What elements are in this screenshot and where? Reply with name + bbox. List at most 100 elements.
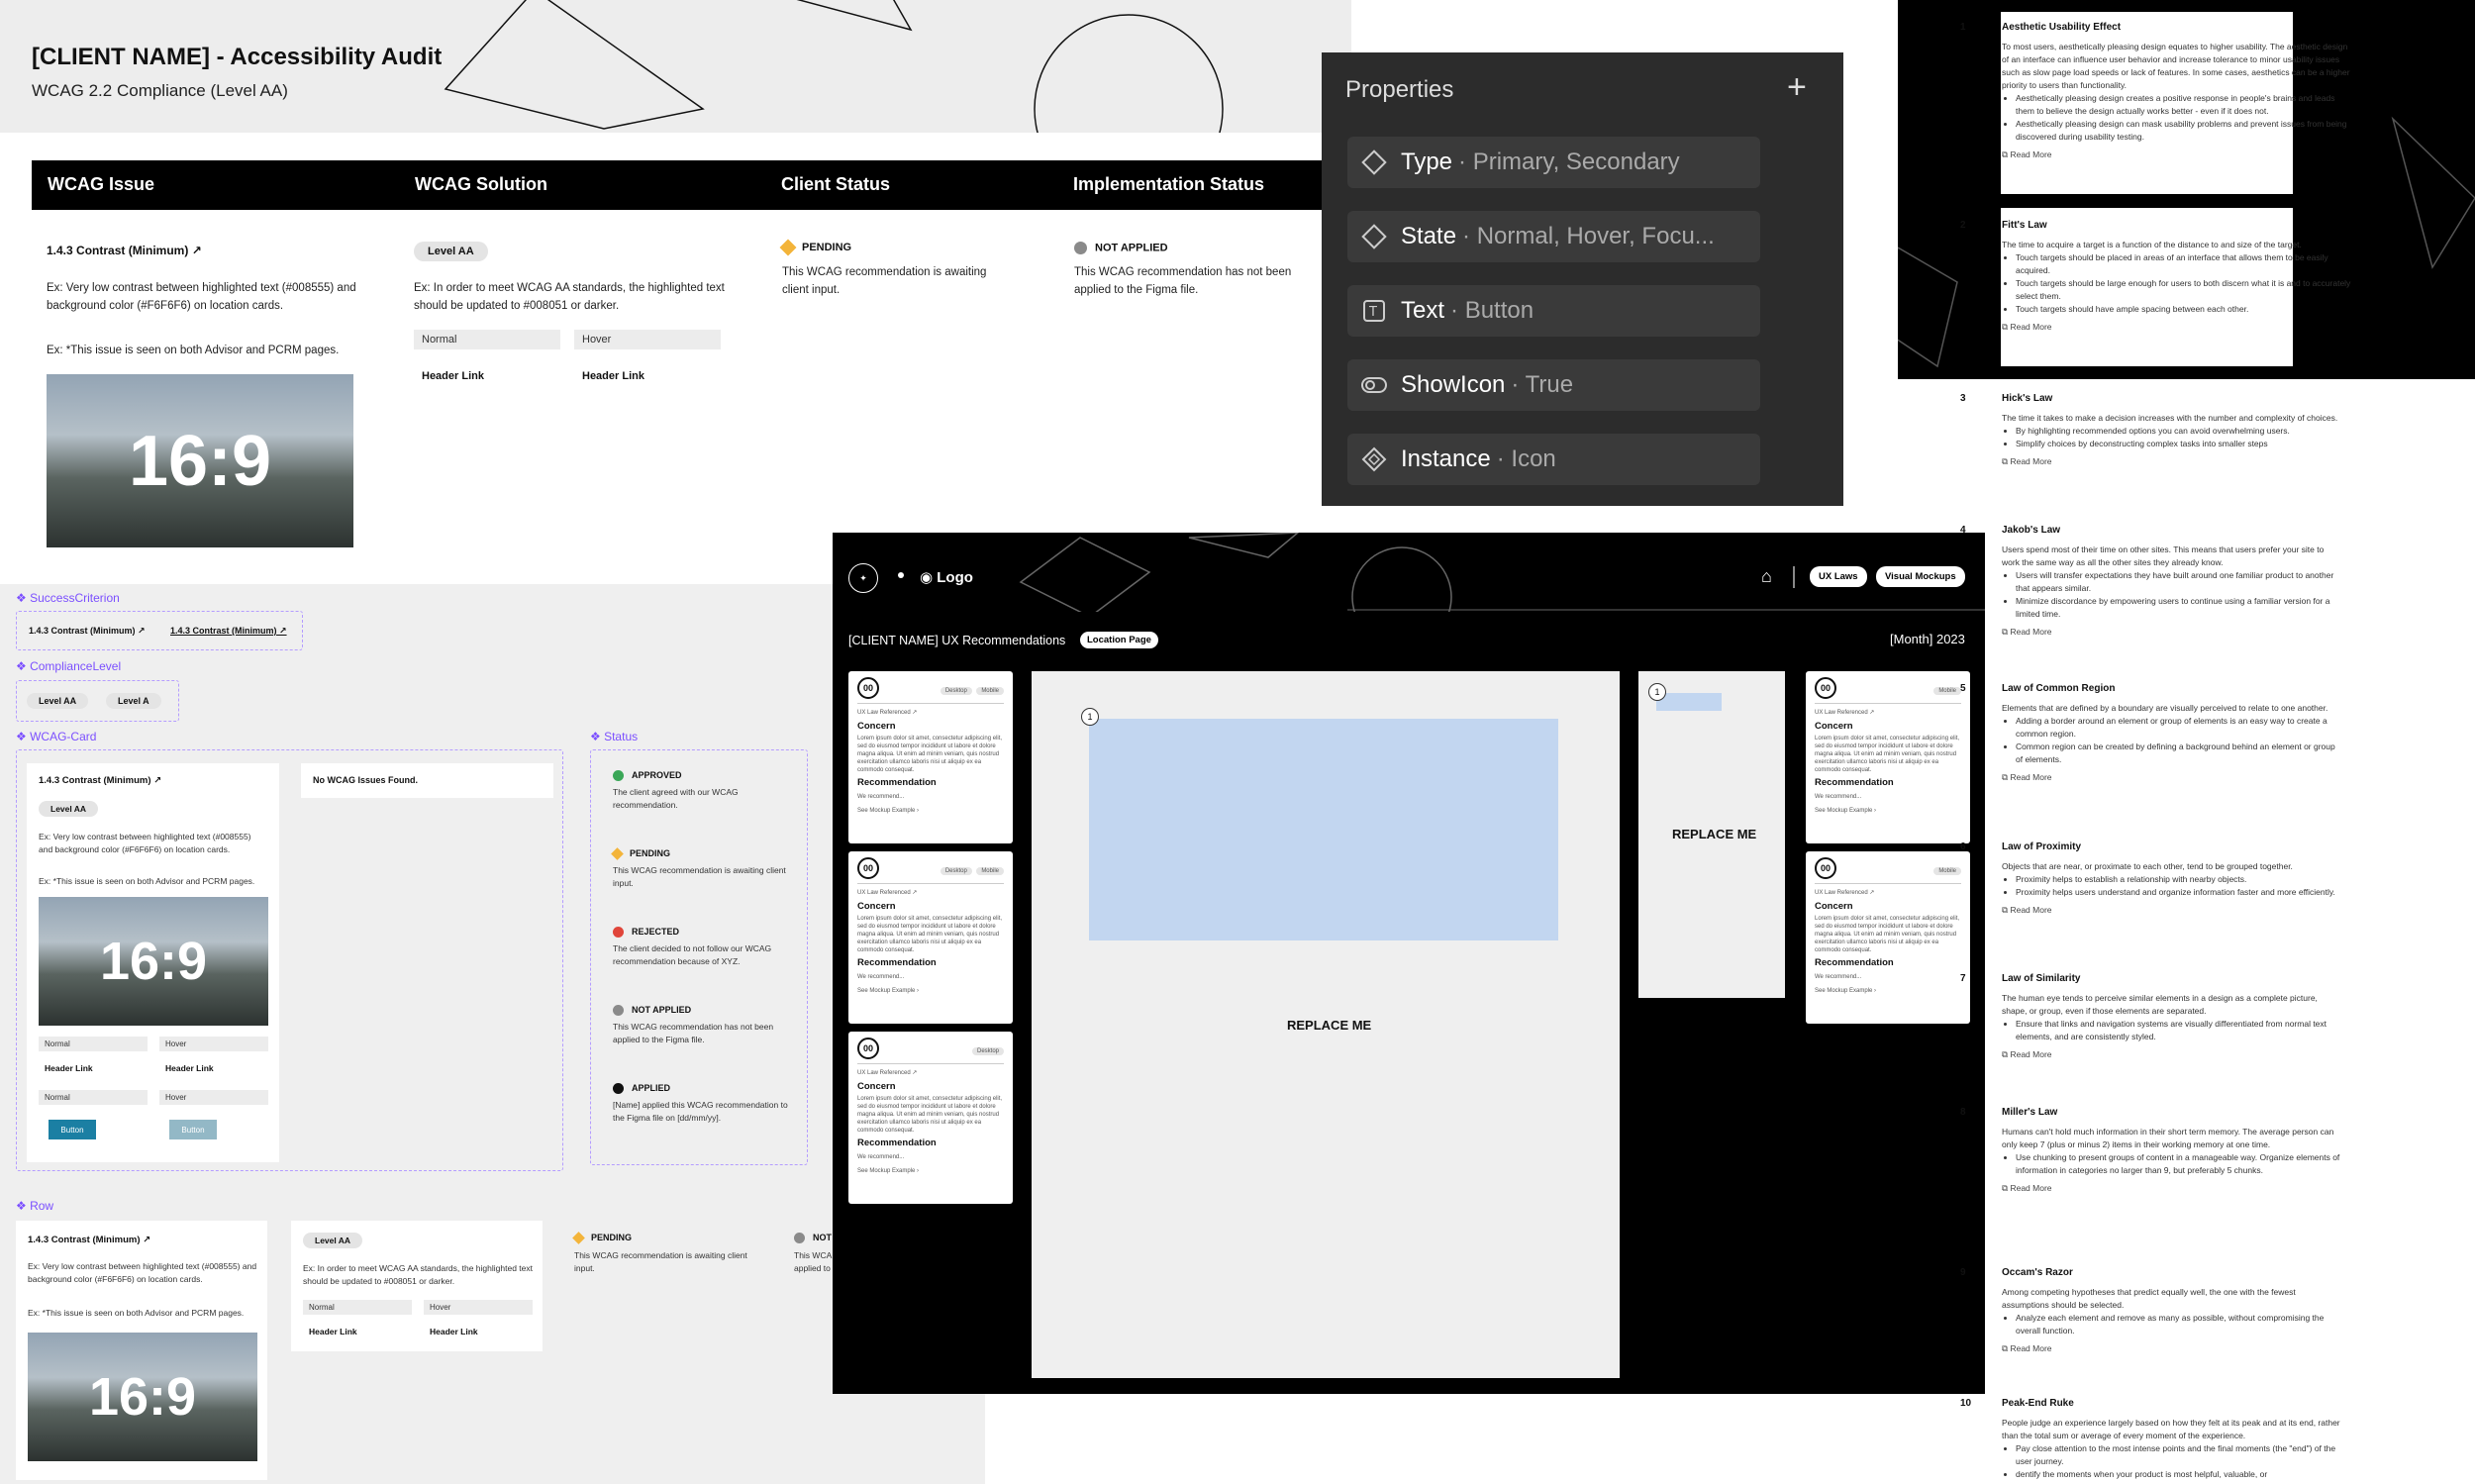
law-body: The time it takes to make a decision inc… [2002,413,2338,423]
concern-body: Lorem ipsum dolor sit amet, consectetur … [1815,916,1960,953]
read-more-link[interactable]: ⧉ Read More [2002,149,2353,160]
header-link-hover[interactable]: Header Link [582,370,644,382]
property-name: Instance [1401,445,1491,472]
client-status-badge: PENDING [779,239,851,256]
law-reference[interactable]: UX Law Referenced ↗ [857,1069,1004,1077]
replace-me-label: REPLACE ME [1287,1018,1372,1033]
status-variant[interactable]: REJECTED [613,927,679,939]
component-label[interactable]: ❖ SuccessCriterion [16,591,120,605]
concern-heading: Concern [857,1081,896,1092]
card-number: 00 [1815,857,1836,879]
wcag-card-empty[interactable]: No WCAG Issues Found. [301,763,553,798]
law-bullet: Touch targets should have ample spacing … [2016,303,2353,316]
read-more-link[interactable]: ⧉ Read More [2002,1049,2343,1060]
property-row[interactable]: Type · Primary, Secondary [1347,137,1760,188]
see-mockup-link[interactable]: See Mockup Example › [1815,807,1961,815]
marker-badge[interactable]: 1 [1648,683,1666,701]
recommendation-card[interactable]: 00 Desktop Mobile UX Law Referenced ↗ Co… [848,851,1013,1024]
recommendation-card[interactable]: 00 Desktop Mobile UX Law Referenced ↗ Co… [848,671,1013,843]
read-more-link[interactable]: ⧉ Read More [2002,627,2343,638]
row-issue-title[interactable]: 1.4.3 Contrast (Minimum) ↗ [28,1235,150,1245]
read-more-link[interactable]: ⧉ Read More [2002,322,2353,333]
law-item: 2 Fitt's Law The time to acquire a targe… [1960,220,2353,333]
header-link-normal[interactable]: Header Link [422,370,484,382]
law-reference[interactable]: UX Law Referenced ↗ [857,889,1004,897]
property-row[interactable]: T Text · Button [1347,285,1760,337]
criterion-variant[interactable]: 1.4.3 Contrast (Minimum) ↗ [29,626,146,637]
read-more-link[interactable]: ⧉ Read More [2002,772,2343,783]
read-more-link[interactable]: ⧉ Read More [2002,456,2343,467]
solution-description: Ex: In order to meet WCAG AA standards, … [414,282,725,312]
law-bullet: Aesthetically pleasing design creates a … [2016,92,2353,118]
header-link-hover[interactable]: Header Link [430,1327,478,1336]
read-more-link[interactable]: ⧉ Read More [2002,1183,2343,1194]
level-badge: Level AA [39,801,99,817]
button-normal[interactable]: Button [49,1120,96,1139]
status-variant[interactable]: NOT APPLIED [613,1005,691,1017]
law-bullet: Touch targets should be large enough for… [2016,277,2353,303]
recommendation-card[interactable]: 00 Mobile UX Law Referenced ↗ Concern Lo… [1806,851,1970,1024]
concern-heading: Concern [857,901,896,912]
law-item: 5 Law of Common Region Elements that are… [1960,683,2343,783]
recommendation-card[interactable]: 00 Desktop UX Law Referenced ↗ Concern L… [848,1032,1013,1204]
law-reference[interactable]: UX Law Referenced ↗ [1815,889,1961,897]
law-reference[interactable]: UX Law Referenced ↗ [857,709,1004,717]
law-item: 7 Law of Similarity The human eye tends … [1960,973,2343,1060]
row-issue-cell: 1.4.3 Contrast (Minimum) ↗ Ex: Very low … [16,1221,267,1480]
see-mockup-link[interactable]: See Mockup Example › [857,807,1004,815]
recommendation-heading: Recommendation [857,1138,937,1148]
see-mockup-link[interactable]: See Mockup Example › [1815,987,1961,995]
marker-badge[interactable]: 1 [1081,708,1099,726]
law-number: 8 [1960,1107,1966,1118]
law-bullet: Use chunking to present groups of conten… [2016,1151,2343,1177]
header-link-normal[interactable]: Header Link [309,1327,357,1336]
property-row[interactable]: Instance · Icon [1347,434,1760,485]
recommendation-heading: Recommendation [1815,777,1894,788]
level-badge-aa[interactable]: Level AA [27,693,89,709]
property-row[interactable]: State · Normal, Hover, Focu... [1347,211,1760,262]
brand-logo[interactable]: ◉ Logo [920,568,973,586]
component-label[interactable]: ❖ Row [16,1199,53,1213]
header-link-hover[interactable]: Header Link [165,1063,214,1073]
section-title: [CLIENT NAME] UX Recommendations [848,634,1066,647]
law-title: Jakob's Law [2002,525,2061,536]
issue-title[interactable]: 1.4.3 Contrast (Minimum) ↗ [47,244,202,257]
criterion-variant-link[interactable]: 1.4.3 Contrast (Minimum) ↗ [170,626,287,637]
law-title: Miller's Law [2002,1107,2058,1118]
image-placeholder: 16:9 [47,374,353,547]
state-field-hover: Hover [574,330,721,349]
home-icon[interactable]: ⌂ [1761,566,1772,587]
agency-logo-icon[interactable]: ✦ [848,563,878,593]
nav-visual-mockups[interactable]: Visual Mockups [1876,566,1965,587]
recommendation-body: We recommend... [857,1154,905,1160]
button-hover[interactable]: Button [169,1120,217,1139]
concern-body: Lorem ipsum dolor sit amet, consectetur … [857,1096,1003,1134]
header-link-normal[interactable]: Header Link [45,1063,93,1073]
status-variant[interactable]: APPLIED [613,1083,670,1095]
level-badge-a[interactable]: Level A [106,693,161,709]
component-label[interactable]: ❖ ComplianceLevel [16,659,121,673]
status-variant[interactable]: PENDING [611,847,670,860]
see-mockup-link[interactable]: See Mockup Example › [857,1167,1004,1175]
tag-desktop: Desktop [940,687,972,695]
card-note: Ex: *This issue is seen on both Advisor … [39,876,255,886]
card-title: 1.4.3 Contrast (Minimum) ↗ [39,775,162,786]
component-label[interactable]: ❖ WCAG-Card [16,730,96,743]
date-label: [Month] 2023 [1890,632,1965,646]
property-row[interactable]: ShowIcon · True [1347,359,1760,411]
see-mockup-link[interactable]: See Mockup Example › [857,987,1004,995]
wcag-card[interactable]: 1.4.3 Contrast (Minimum) ↗ Level AA Ex: … [27,763,279,1162]
properties-panel: Properties + Type · Primary, Secondary S… [1322,52,1843,506]
row-impl-status: NOT [794,1233,832,1244]
read-more-link[interactable]: ⧉ Read More [2002,1343,2343,1354]
recommendation-card[interactable]: 00 Mobile UX Law Referenced ↗ Concern Lo… [1806,671,1970,843]
card-desc: Ex: Very low contrast between highlighte… [39,832,251,854]
nav-ux-laws[interactable]: UX Laws [1810,566,1867,587]
law-reference[interactable]: UX Law Referenced ↗ [1815,709,1961,717]
component-label[interactable]: ❖ Status [590,730,638,743]
card-number: 00 [1815,677,1836,699]
add-property-icon[interactable]: + [1787,70,1807,104]
status-variant[interactable]: APPROVED [613,770,682,782]
external-link-icon: ↗ [191,244,202,257]
read-more-link[interactable]: ⧉ Read More [2002,905,2343,916]
